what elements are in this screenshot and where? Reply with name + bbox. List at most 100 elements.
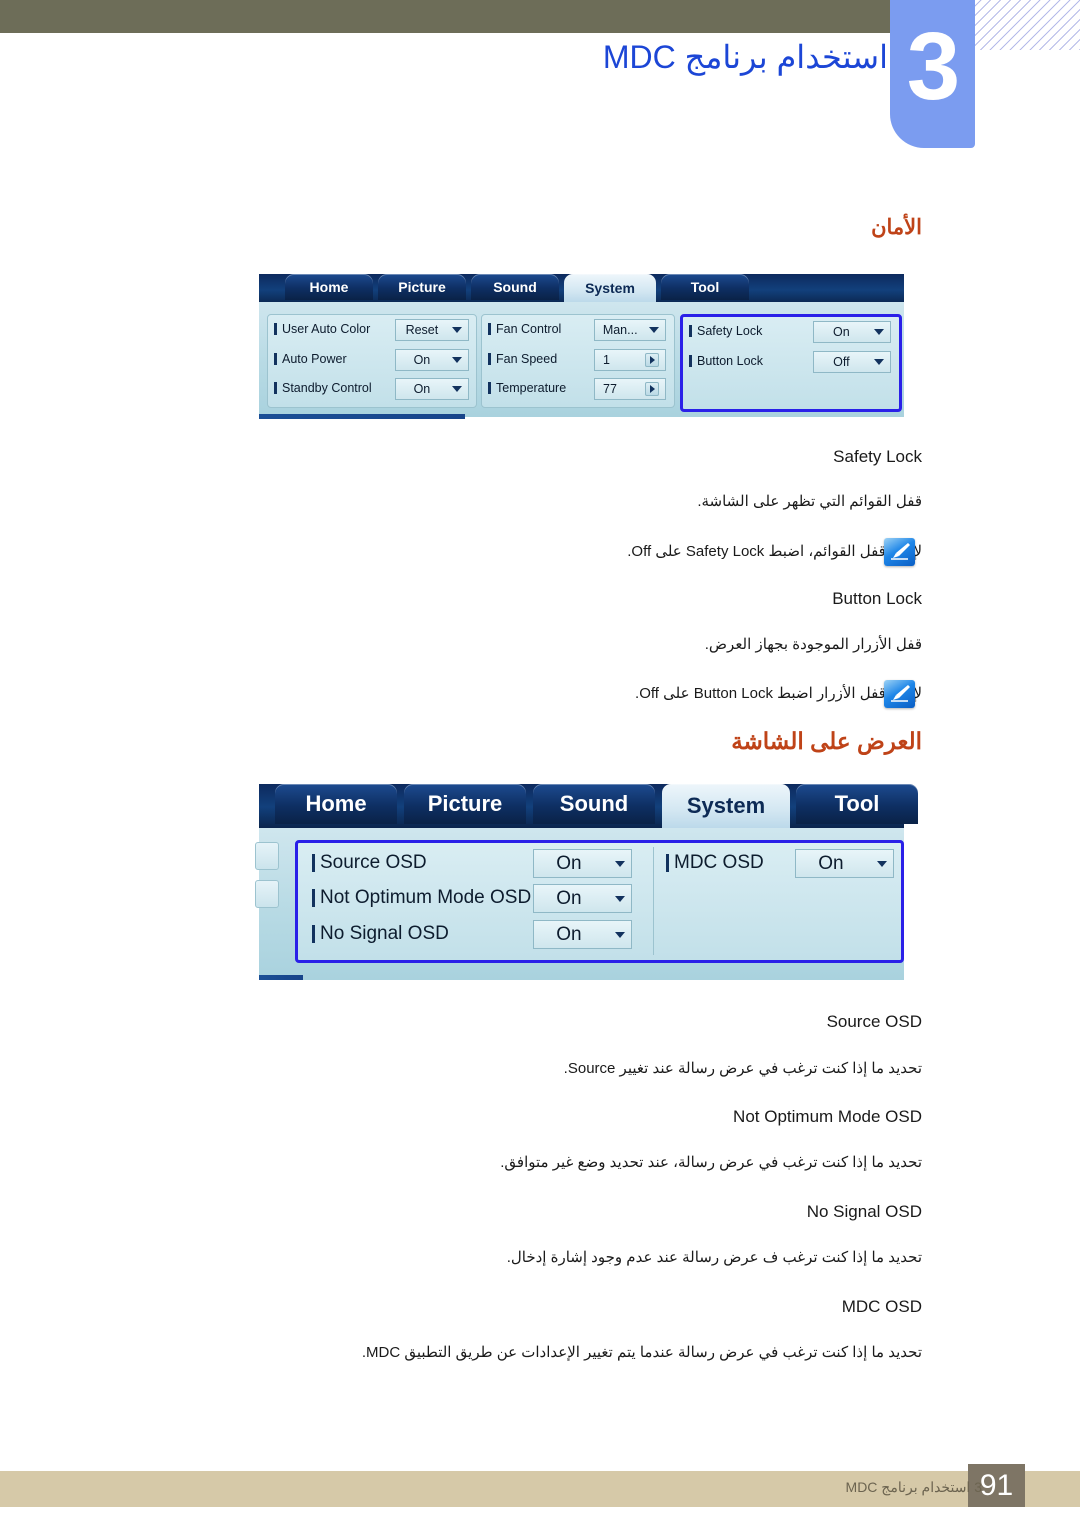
tab-tool-label: Tool xyxy=(690,279,720,295)
mdc-screenshot-osd: Home Picture Sound System Tool Source OS… xyxy=(255,784,918,980)
combo-mdc-osd[interactable]: On xyxy=(795,849,894,878)
pen-glyph xyxy=(891,543,910,560)
group-system-middle: Fan Control Man... Fan Speed 1 Temperatu… xyxy=(481,314,675,408)
combo-button-lock[interactable]: Off xyxy=(813,351,891,373)
footer-chapter-text: 3 استخدام برنامج MDC xyxy=(845,1479,982,1495)
combo-user-auto-color-value: Reset xyxy=(405,323,439,337)
group-divider xyxy=(653,847,654,955)
combo-auto-power[interactable]: On xyxy=(395,349,469,371)
chevron-down-icon xyxy=(615,895,625,902)
tab-system[interactable]: System xyxy=(662,784,790,828)
chevron-down-icon xyxy=(452,386,462,392)
combo-no-signal-osd[interactable]: On xyxy=(533,920,632,949)
combo-fan-control-value: Man... xyxy=(602,323,638,337)
tab-tool[interactable]: Tool xyxy=(796,784,918,824)
tab-tool[interactable]: Tool xyxy=(661,274,749,300)
combo-button-lock-value: Off xyxy=(833,355,850,369)
tab-system-label: System xyxy=(585,280,635,296)
chevron-down-icon xyxy=(452,357,462,363)
mdc-screenshot-security: Home Picture Sound System Tool User Auto… xyxy=(259,274,904,419)
tab-picture-label: Picture xyxy=(427,791,503,816)
sidebar-stub-top xyxy=(255,842,279,870)
tab-sound-label: Sound xyxy=(493,279,537,295)
combo-source-osd[interactable]: On xyxy=(533,849,632,878)
chevron-right-icon[interactable] xyxy=(645,382,659,396)
tab-sound[interactable]: Sound xyxy=(533,784,655,824)
chevron-down-icon xyxy=(615,931,625,938)
row-label-button-lock: Button Lock xyxy=(688,354,764,368)
sidebar-stub-bottom xyxy=(255,880,279,908)
row-label-temperature: Temperature xyxy=(487,381,567,395)
combo-safety-lock-value: On xyxy=(833,325,850,339)
page-title: استخدام برنامج MDC xyxy=(602,39,888,75)
row-label-standby-control: Standby Control xyxy=(274,381,372,395)
term-no-signal-osd: No Signal OSD xyxy=(806,1202,922,1221)
row-label-safety-lock: Safety Lock xyxy=(688,324,763,338)
note-pen-icon xyxy=(884,538,915,566)
combo-no-signal-osd-value: On xyxy=(556,924,582,945)
desc-source-osd: تحديد ما إذا كنت ترغب في عرض رسالة عند ت… xyxy=(563,1060,922,1077)
combo-standby-control-value: On xyxy=(413,382,431,396)
row-label-source-osd: Source OSD xyxy=(312,852,427,873)
tab-system-label: System xyxy=(686,793,766,818)
desc-safety-lock: قفل القوائم التي تظهر على الشاشة. xyxy=(697,493,922,510)
combo-user-auto-color[interactable]: Reset xyxy=(395,319,469,341)
row-label-auto-power: Auto Power xyxy=(274,352,347,366)
panel-bottom-rule xyxy=(259,414,465,419)
row-label-fan-speed: Fan Speed xyxy=(487,352,558,366)
row-label-no-signal-osd: No Signal OSD xyxy=(312,923,449,944)
term-mdc-osd: MDC OSD xyxy=(841,1297,922,1316)
row-label-not-optimum-mode-osd: Not Optimum Mode OSD xyxy=(311,887,532,908)
header-olive-bar xyxy=(0,0,900,33)
chevron-down-icon xyxy=(874,329,884,335)
tab-home[interactable]: Home xyxy=(275,784,397,824)
tab-home-label: Home xyxy=(305,791,367,816)
combo-fan-control[interactable]: Man... xyxy=(594,319,666,341)
combo-auto-power-value: On xyxy=(413,353,431,367)
combo-safety-lock[interactable]: On xyxy=(813,321,891,343)
section-heading-osd: العرض على الشاشة xyxy=(731,728,922,754)
page-header: 3 استخدام برنامج MDC xyxy=(0,0,1080,160)
combo-not-optimum-mode-osd-value: On xyxy=(556,888,582,909)
spinner-fan-speed[interactable]: 1 xyxy=(594,349,666,371)
tab-picture[interactable]: Picture xyxy=(378,274,466,300)
group-osd-highlighted: Source OSD On Not Optimum Mode OSD On No… xyxy=(295,840,904,963)
row-label-fan-control: Fan Control xyxy=(487,322,562,336)
chevron-down-icon xyxy=(874,359,884,365)
note-safety-lock: لإلغاء قفل القوائم، اضبط Safety Lock على… xyxy=(627,543,922,560)
chevron-right-icon[interactable] xyxy=(645,353,659,367)
chevron-down-icon xyxy=(649,327,659,333)
note-button-lock: لإلغاء قفل الأزرار اضبط Button Lock على … xyxy=(635,685,922,702)
desc-button-lock: قفل الأزرار الموجودة بجهاز العرض. xyxy=(704,636,922,653)
row-label-user-auto-color: User Auto Color xyxy=(273,322,371,336)
tab-system[interactable]: System xyxy=(564,274,656,302)
combo-not-optimum-mode-osd[interactable]: On xyxy=(533,884,632,913)
term-source-osd: Source OSD xyxy=(826,1012,922,1031)
tab-sound[interactable]: Sound xyxy=(471,274,559,300)
combo-source-osd-value: On xyxy=(556,853,582,874)
tab-home[interactable]: Home xyxy=(285,274,373,300)
spinner-temperature[interactable]: 77 xyxy=(594,378,666,400)
combo-standby-control[interactable]: On xyxy=(395,378,469,400)
term-safety-lock: Safety Lock xyxy=(833,447,922,466)
tab-tool-label: Tool xyxy=(834,791,880,816)
chevron-down-icon xyxy=(615,860,625,867)
term-not-optimum-mode-osd: Not Optimum Mode OSD xyxy=(733,1107,922,1126)
chevron-down-icon xyxy=(877,860,887,867)
tab-picture[interactable]: Picture xyxy=(404,784,526,824)
tab-home-label: Home xyxy=(309,279,349,295)
combo-mdc-osd-value: On xyxy=(818,853,844,874)
desc-mdc-osd: تحديد ما إذا كنت ترغب في عرض رسالة عندما… xyxy=(361,1344,922,1361)
desc-no-signal-osd: تحديد ما إذا كنت ترغب ف عرض رسالة عند عد… xyxy=(506,1249,922,1266)
tab-picture-label: Picture xyxy=(398,279,446,295)
chevron-down-icon xyxy=(452,327,462,333)
row-label-mdc-osd: MDC OSD xyxy=(666,852,764,873)
group-system-left: User Auto Color Reset Auto Power On Stan… xyxy=(267,314,477,408)
pen-glyph xyxy=(891,685,910,702)
tab-sound-label: Sound xyxy=(559,791,629,816)
panel-bottom-rule xyxy=(259,975,303,980)
note-pen-icon xyxy=(884,680,915,708)
chapter-number: 3 xyxy=(906,13,960,120)
section-heading-security: الأمان xyxy=(871,216,922,239)
group-system-lock-highlighted: Safety Lock On Button Lock Off xyxy=(680,314,902,412)
